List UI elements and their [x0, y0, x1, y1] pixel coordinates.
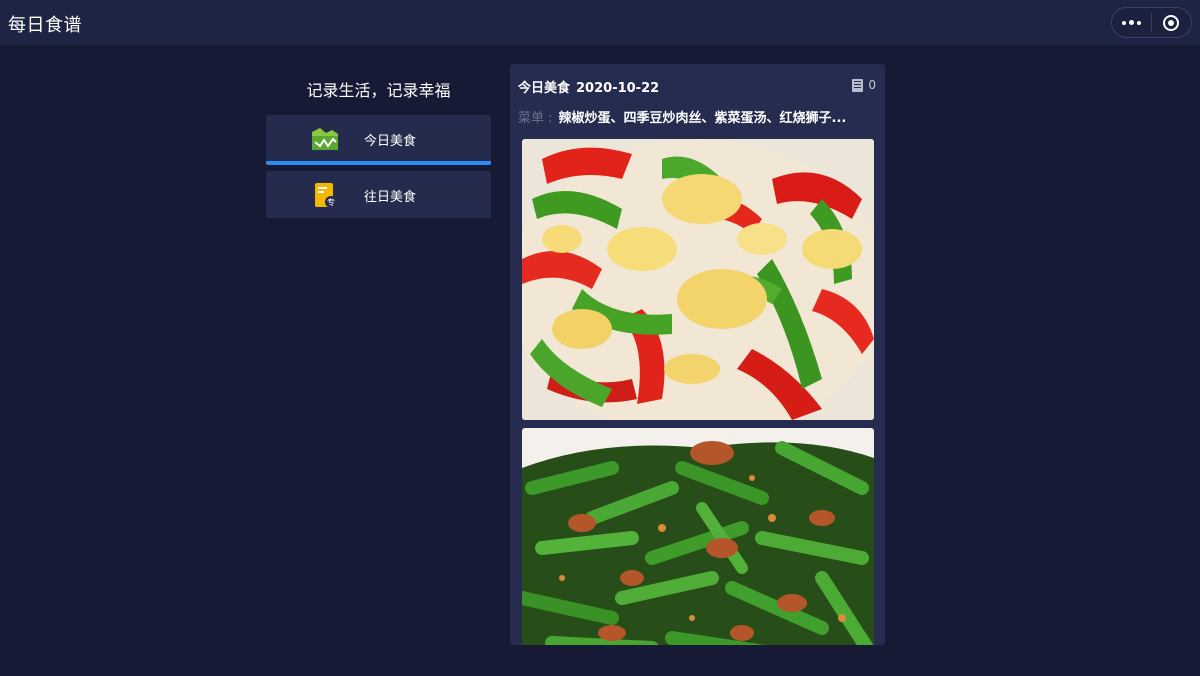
card-title: 今日美食 2020-10-22	[518, 77, 659, 96]
menu-value: 辣椒炒蛋、四季豆炒肉丝、紫菜蛋汤、红烧狮子...	[558, 111, 847, 126]
book-icon	[852, 78, 864, 92]
menu-item-label: 往日美食	[364, 190, 417, 205]
count-indicator: 0	[852, 78, 876, 92]
slogan: 记录生活，记录幸福	[306, 81, 451, 100]
menu-item-past-food[interactable]: 专 往日美食	[266, 171, 491, 218]
menu-label: 菜单 :	[518, 111, 553, 126]
target-circle-icon	[1163, 14, 1180, 31]
count-value: 0	[868, 78, 876, 92]
mini-program-capsule	[1111, 7, 1192, 38]
card-date: 2020-10-22	[576, 81, 660, 96]
more-button[interactable]	[1112, 8, 1151, 37]
card-title-text: 今日美食	[518, 81, 571, 96]
close-button[interactable]	[1152, 8, 1191, 37]
menu-item-label: 今日美食	[364, 134, 417, 149]
app-title: 每日食谱	[8, 15, 82, 36]
top-bar: 每日食谱	[0, 0, 1200, 45]
svg-text:专: 专	[327, 197, 335, 207]
menu-item-today-food[interactable]: 今日美食	[266, 115, 491, 165]
menu-line: 菜单 : 辣椒炒蛋、四季豆炒肉丝、紫菜蛋汤、红烧狮子...	[518, 107, 878, 126]
more-dots-icon	[1122, 20, 1141, 25]
pepper-scrambled-eggs-photo[interactable]	[522, 139, 874, 420]
green-beans-illustration	[522, 428, 874, 645]
green-beans-pork-photo[interactable]	[522, 428, 874, 645]
document-tag-icon: 专	[315, 183, 337, 208]
pepper-eggs-illustration	[522, 139, 874, 420]
today-food-card[interactable]: 今日美食 2020-10-22 0 菜单 : 辣椒炒蛋、四季豆炒肉丝、紫菜蛋汤、红烧…	[510, 64, 885, 645]
mountain-chart-icon	[312, 128, 338, 150]
